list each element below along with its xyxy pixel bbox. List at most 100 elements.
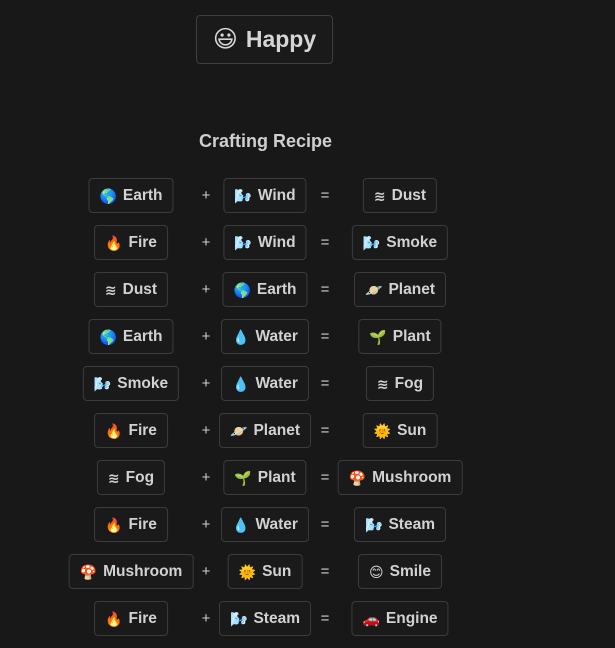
plus-sign: + bbox=[201, 563, 211, 580]
result-chip[interactable]: 🪐 Planet bbox=[354, 272, 446, 307]
section-title: Crafting Recipe bbox=[198, 131, 333, 151]
equals-sign: = bbox=[320, 422, 330, 439]
dust-icon: ≋ bbox=[104, 281, 117, 298]
ingredient-a-label: Fog bbox=[125, 468, 155, 486]
ingredient-a-label: Earth bbox=[122, 186, 163, 204]
wind-icon: 🌬️ bbox=[234, 234, 252, 251]
ingredient-a-chip[interactable]: ≋ Dust bbox=[93, 272, 169, 307]
equals-sign: = bbox=[320, 187, 330, 204]
water-icon: 💧 bbox=[232, 328, 250, 345]
equals-sign: = bbox=[320, 281, 330, 298]
steam-icon: 🌬️ bbox=[230, 610, 248, 627]
recipe-row: 🌬️ Smoke + 💧 Water = ≋ Fog bbox=[0, 366, 615, 413]
result-chip[interactable]: 🌬️ Steam bbox=[354, 507, 446, 542]
plus-sign: + bbox=[201, 375, 211, 392]
ingredient-b-chip[interactable]: 🪐 Planet bbox=[219, 413, 311, 448]
ingredient-b-label: Water bbox=[255, 515, 298, 533]
planet-icon: 🪐 bbox=[365, 281, 383, 298]
ingredient-b-chip[interactable]: 🌬️ Wind bbox=[223, 225, 307, 260]
ingredient-a-chip[interactable]: 🔥 Fire bbox=[94, 413, 168, 448]
smoke-icon: 🌬️ bbox=[362, 234, 381, 251]
dust-icon: ≋ bbox=[373, 187, 386, 204]
ingredient-b-chip[interactable]: 🌱 Plant bbox=[223, 460, 307, 495]
sun-icon: 🌞 bbox=[238, 563, 257, 580]
ingredient-b-chip[interactable]: 💧 Water bbox=[221, 507, 309, 542]
fire-icon: 🔥 bbox=[105, 422, 123, 439]
fog-icon: ≋ bbox=[107, 469, 120, 486]
ingredient-a-chip[interactable]: 🔥 Fire bbox=[94, 507, 168, 542]
recipe-row: 🔥 Fire + 💧 Water = 🌬️ Steam bbox=[0, 507, 615, 554]
result-label: Steam bbox=[388, 515, 435, 533]
ingredient-b-label: Planet bbox=[253, 421, 300, 439]
target-element-label: Happy bbox=[245, 26, 317, 52]
ingredient-b-chip[interactable]: 💧 Water bbox=[221, 366, 309, 401]
plus-sign: + bbox=[201, 187, 211, 204]
target-element-chip[interactable]: 😃 Happy bbox=[196, 15, 333, 64]
ingredient-b-label: Water bbox=[255, 374, 298, 392]
recipe-row: 🍄 Mushroom + 🌞 Sun = 😊 Smile bbox=[0, 554, 615, 601]
recipe-row: 🌎 Earth + 💧 Water = 🌱 Plant bbox=[0, 319, 615, 366]
result-label: Plant bbox=[392, 327, 431, 345]
ingredient-a-label: Fire bbox=[128, 609, 157, 627]
plus-sign: + bbox=[201, 469, 211, 486]
car-icon: 🚗 bbox=[362, 610, 380, 627]
ingredient-b-label: Earth bbox=[256, 280, 297, 298]
recipe-list: 🌎 Earth + 🌬️ Wind = ≋ Dust 🔥 Fire + 🌬️ Wind = 🌬️ Smoke ≋… bbox=[0, 178, 615, 648]
ingredient-a-chip[interactable]: 🔥 Fire bbox=[94, 225, 168, 260]
sun-icon: 🌞 bbox=[373, 422, 392, 439]
steam-icon: 🌬️ bbox=[365, 516, 383, 533]
ingredient-a-label: Smoke bbox=[117, 374, 169, 392]
earth-icon: 🌎 bbox=[99, 328, 117, 345]
ingredient-b-label: Wind bbox=[257, 233, 296, 251]
result-label: Smile bbox=[389, 562, 431, 580]
smile-icon: 😊 bbox=[369, 563, 384, 580]
ingredient-a-label: Fire bbox=[128, 515, 157, 533]
result-chip[interactable]: 🍄 Mushroom bbox=[337, 460, 463, 495]
mushroom-icon: 🍄 bbox=[79, 563, 98, 580]
ingredient-a-chip[interactable]: 🌎 Earth bbox=[88, 319, 174, 354]
ingredient-b-label: Plant bbox=[257, 468, 296, 486]
result-chip[interactable]: 🌱 Plant bbox=[358, 319, 442, 354]
result-label: Sun bbox=[397, 421, 427, 439]
grinning-face-icon: 😃 bbox=[212, 26, 238, 53]
result-chip[interactable]: ≋ Dust bbox=[362, 178, 438, 213]
ingredient-b-chip[interactable]: 🌎 Earth bbox=[222, 272, 308, 307]
ingredient-b-label: Wind bbox=[257, 186, 296, 204]
result-label: Planet bbox=[388, 280, 435, 298]
result-label: Fog bbox=[394, 374, 424, 392]
plus-sign: + bbox=[201, 281, 211, 298]
ingredient-b-chip[interactable]: 🌬️ Wind bbox=[223, 178, 307, 213]
result-chip[interactable]: 🌞 Sun bbox=[362, 413, 438, 448]
plus-sign: + bbox=[201, 234, 211, 251]
fire-icon: 🔥 bbox=[105, 234, 123, 251]
fog-icon: ≋ bbox=[376, 375, 389, 392]
plus-sign: + bbox=[201, 516, 211, 533]
ingredient-a-chip[interactable]: ≋ Fog bbox=[96, 460, 166, 495]
result-chip[interactable]: 🌬️ Smoke bbox=[351, 225, 449, 260]
wind-icon: 🌬️ bbox=[234, 187, 252, 204]
fire-icon: 🔥 bbox=[105, 516, 123, 533]
ingredient-a-label: Fire bbox=[128, 233, 157, 251]
result-chip[interactable]: ≋ Fog bbox=[365, 366, 435, 401]
result-chip[interactable]: 😊 Smile bbox=[358, 554, 442, 589]
ingredient-b-chip[interactable]: 💧 Water bbox=[221, 319, 309, 354]
recipe-row: ≋ Dust + 🌎 Earth = 🪐 Planet bbox=[0, 272, 615, 319]
result-label: Mushroom bbox=[372, 468, 452, 486]
ingredient-a-chip[interactable]: 🌎 Earth bbox=[88, 178, 174, 213]
ingredient-a-chip[interactable]: 🌬️ Smoke bbox=[82, 366, 180, 401]
water-icon: 💧 bbox=[232, 375, 250, 392]
earth-icon: 🌎 bbox=[233, 281, 251, 298]
result-label: Smoke bbox=[386, 233, 438, 251]
result-label: Engine bbox=[385, 609, 438, 627]
result-label: Dust bbox=[391, 186, 427, 204]
equals-sign: = bbox=[320, 563, 330, 580]
smoke-icon: 🌬️ bbox=[93, 375, 112, 392]
ingredient-a-label: Dust bbox=[122, 280, 158, 298]
ingredient-b-label: Water bbox=[255, 327, 298, 345]
ingredient-b-chip[interactable]: 🌞 Sun bbox=[227, 554, 303, 589]
equals-sign: = bbox=[320, 375, 330, 392]
ingredient-a-chip[interactable]: 🍄 Mushroom bbox=[68, 554, 194, 589]
recipe-row: 🔥 Fire + 🌬️ Wind = 🌬️ Smoke bbox=[0, 225, 615, 272]
planet-icon: 🪐 bbox=[230, 422, 248, 439]
plus-sign: + bbox=[201, 422, 211, 439]
